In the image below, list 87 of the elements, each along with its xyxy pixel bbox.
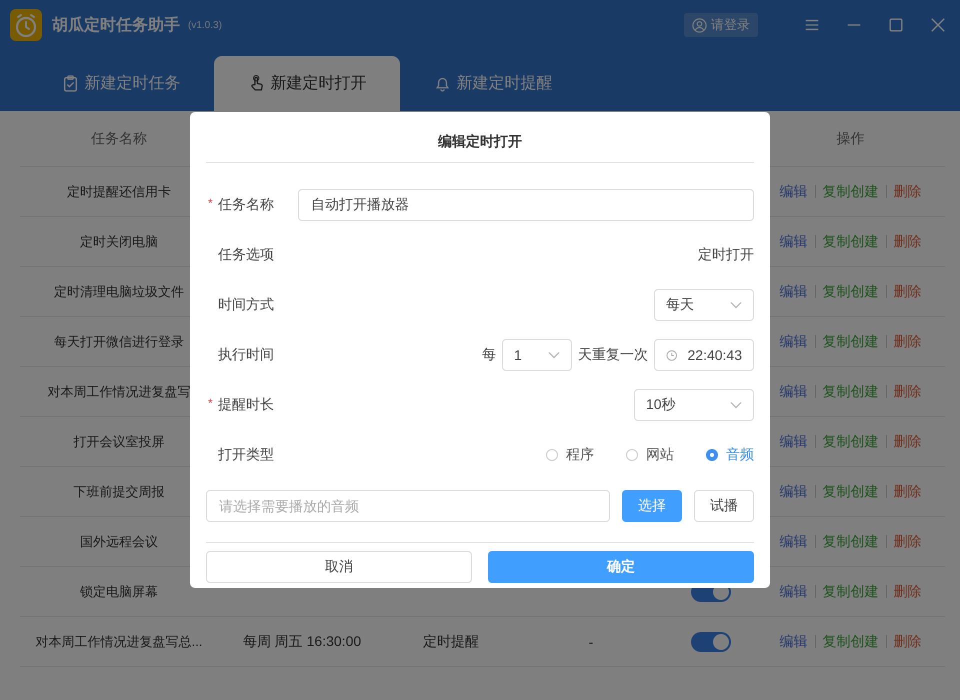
close-icon[interactable]	[930, 17, 946, 33]
field-label: 任务选项	[217, 246, 275, 264]
clock-icon	[666, 348, 678, 362]
action-link[interactable]: 复制创建	[822, 582, 878, 600]
task-name-cell-text: 下班前提交周报	[72, 482, 166, 500]
task-name-cell-text: 定时关闭电脑	[79, 232, 159, 250]
action-link[interactable]: 编辑	[780, 482, 808, 500]
dialog-title: 编辑定时打开	[206, 112, 754, 163]
menu-icon[interactable]	[804, 17, 820, 33]
radio-option[interactable]: 网站	[626, 446, 674, 464]
action-link[interactable]: 编辑	[780, 582, 808, 600]
required-mark: *	[208, 196, 213, 210]
action-link[interactable]: 复制创建	[822, 382, 878, 400]
field-label: * 任务名称	[207, 196, 275, 214]
task-name-cell-text: 对本周工作情况进复盘写总...	[34, 632, 204, 650]
chevron-down-icon	[730, 301, 742, 309]
action-link[interactable]: 编辑	[780, 282, 808, 300]
task-name-cell-text: 定时清理电脑垃圾文件	[53, 282, 185, 300]
task-name-cell-text: 打开会议室投屏	[72, 432, 166, 450]
table-cell: -	[588, 634, 594, 650]
action-link[interactable]: 编辑	[780, 182, 808, 200]
repeat-prefix: 每	[482, 346, 496, 364]
task-name-cell-text: 锁定电脑屏幕	[79, 582, 159, 600]
toggle-switch[interactable]	[691, 632, 731, 652]
schedule-cell: 每周 周五 16:30:00	[242, 632, 362, 648]
action-link[interactable]: 复制创建	[822, 232, 878, 250]
tab[interactable]: 新建定时打开	[214, 56, 400, 111]
action-link[interactable]: 复制创建	[822, 632, 878, 650]
repeat-suffix: 天重复一次	[578, 346, 648, 364]
choose-button[interactable]: 选择	[622, 490, 682, 522]
task-name-cell-text: 每天打开微信进行登录	[53, 332, 185, 350]
action-link[interactable]: 复制创建	[822, 282, 878, 300]
column-header: 任务名称	[90, 130, 148, 148]
action-link[interactable]: 删除	[894, 232, 922, 250]
task-name-cell-text: 定时提醒还信用卡	[66, 182, 172, 200]
app-title: 胡瓜定时任务助手	[52, 15, 180, 36]
confirm-button[interactable]: 确定	[488, 551, 754, 583]
column-header: 操作	[836, 130, 866, 148]
action-link[interactable]: 删除	[894, 332, 922, 350]
bell-icon	[434, 75, 450, 92]
clipboard-check-icon	[62, 75, 78, 92]
select-field[interactable]: 每天	[654, 289, 754, 321]
user-icon	[692, 18, 707, 32]
preview-button[interactable]: 试播	[694, 490, 754, 522]
chevron-down-icon	[730, 401, 742, 409]
action-link[interactable]: 复制创建	[822, 482, 878, 500]
action-link[interactable]: 删除	[894, 532, 922, 550]
action-link[interactable]: 编辑	[780, 532, 808, 550]
action-link[interactable]: 编辑	[780, 382, 808, 400]
action-link[interactable]: 删除	[894, 382, 922, 400]
field-label: 执行时间	[217, 346, 275, 364]
count-select[interactable]: 1	[502, 339, 572, 371]
audio-file-field[interactable]: 请选择需要播放的音频	[206, 490, 610, 522]
maximize-icon[interactable]	[888, 17, 904, 33]
task-name-cell-text: 国外远程会议	[79, 532, 159, 550]
action-link[interactable]: 编辑	[780, 632, 808, 650]
task-name-cell-text: 对本周工作情况进复盘写	[46, 382, 192, 400]
select-field[interactable]: 10秒	[634, 389, 754, 421]
task-name-field[interactable]: 自动打开播放器	[298, 189, 754, 221]
action-link[interactable]: 复制创建	[822, 532, 878, 550]
radio-option[interactable]: 音频	[706, 446, 754, 464]
field-label: 时间方式	[217, 296, 275, 314]
action-link[interactable]: 复制创建	[822, 182, 878, 200]
chevron-down-icon	[548, 351, 560, 359]
field-label: 打开类型	[217, 446, 275, 464]
required-mark: *	[208, 396, 213, 410]
radio-option[interactable]: 程序	[546, 446, 594, 464]
cancel-button[interactable]: 取消	[206, 551, 472, 583]
tab[interactable]: 新建定时提醒	[400, 56, 586, 111]
action-link[interactable]: 删除	[894, 182, 922, 200]
action-link[interactable]: 编辑	[780, 432, 808, 450]
action-link[interactable]: 删除	[894, 482, 922, 500]
task-type-cell: 定时提醒	[423, 632, 479, 648]
action-link[interactable]: 复制创建	[822, 332, 878, 350]
action-link[interactable]: 删除	[894, 432, 922, 450]
action-link[interactable]: 删除	[894, 582, 922, 600]
tab[interactable]: 新建定时任务	[28, 56, 214, 111]
action-link[interactable]: 删除	[894, 282, 922, 300]
action-link[interactable]: 复制创建	[822, 432, 878, 450]
action-link[interactable]: 删除	[894, 632, 922, 650]
action-link[interactable]: 编辑	[780, 332, 808, 350]
action-link[interactable]: 编辑	[780, 232, 808, 250]
time-field[interactable]: 22:40:43	[654, 339, 754, 371]
field-value: 定时打开	[697, 246, 754, 264]
field-label: * 提醒时长	[207, 396, 275, 414]
app-version: (v1.0.3)	[188, 20, 222, 30]
app-logo-icon	[10, 9, 42, 41]
